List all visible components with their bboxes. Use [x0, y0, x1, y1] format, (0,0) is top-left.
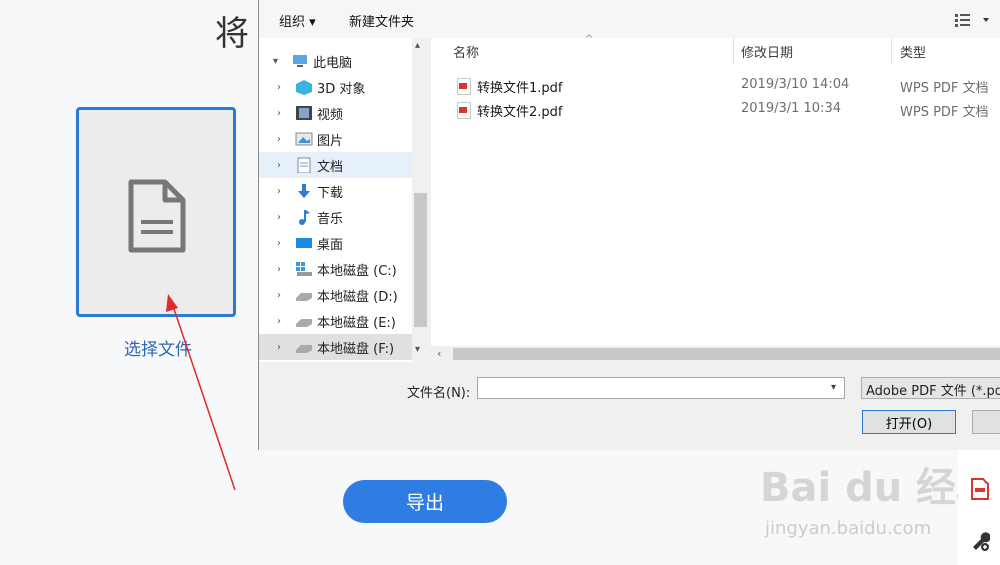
- file-list-pane[interactable]: ^ 名称 修改日期 类型 转换文件1.pdf 2019/3/10 14:04 W…: [431, 34, 1000, 362]
- expand-icon[interactable]: ›: [277, 290, 291, 301]
- scroll-down-icon[interactable]: ▾: [415, 344, 420, 355]
- nav-label: 音乐: [317, 211, 344, 227]
- filename-label: 文件名(N):: [407, 386, 471, 401]
- nav-drive-e[interactable]: › 本地磁盘 (E:): [259, 308, 412, 334]
- view-options-icon[interactable]: [955, 11, 995, 29]
- file-type: WPS PDF 文档: [900, 81, 989, 96]
- nav-pictures[interactable]: › 图片: [259, 126, 412, 152]
- expand-icon[interactable]: ›: [277, 134, 291, 145]
- nav-desktop[interactable]: › 桌面: [259, 230, 412, 256]
- column-divider[interactable]: [891, 38, 892, 64]
- organize-button[interactable]: 组织 ▾: [279, 11, 316, 30]
- expand-icon[interactable]: ›: [277, 264, 291, 275]
- expand-icon[interactable]: ›: [277, 212, 291, 223]
- computer-icon: [291, 53, 309, 69]
- expand-icon[interactable]: ›: [277, 160, 291, 171]
- nav-scroll-thumb[interactable]: [414, 193, 427, 327]
- scroll-left-icon[interactable]: ‹: [437, 347, 441, 360]
- column-modified[interactable]: 修改日期: [741, 38, 793, 64]
- video-icon: [295, 105, 313, 121]
- file-row[interactable]: 转换文件1.pdf 2019/3/10 14:04 WPS PDF 文档: [431, 74, 1000, 98]
- open-button[interactable]: 打开(O): [862, 410, 956, 434]
- drive-icon: [295, 287, 313, 303]
- nav-label: 桌面: [317, 237, 344, 253]
- nav-label: 图片: [317, 133, 344, 149]
- column-name[interactable]: 名称: [453, 38, 479, 64]
- hscroll-thumb[interactable]: [453, 348, 1000, 360]
- nav-label: 本地磁盘 (F:): [317, 341, 395, 357]
- chevron-down-icon[interactable]: ▾: [831, 382, 836, 393]
- sort-asc-icon: ^: [585, 34, 594, 45]
- nav-scrollbar[interactable]: ▴ ▾: [412, 38, 429, 362]
- new-folder-button[interactable]: 新建文件夹: [349, 11, 414, 30]
- pdf-file-icon: [457, 78, 471, 95]
- music-icon: [295, 209, 313, 225]
- open-file-dialog: 组织 ▾ 新建文件夹 ▾ 此电脑 › 3D 对象 › 视频 › 图片 › 文档 …: [258, 0, 1000, 450]
- nav-drive-f[interactable]: › 本地磁盘 (F:): [259, 334, 412, 360]
- expand-icon[interactable]: ›: [277, 316, 291, 327]
- nav-documents[interactable]: › 文档: [259, 152, 412, 178]
- expand-icon[interactable]: ›: [277, 82, 291, 93]
- nav-drive-d[interactable]: › 本地磁盘 (D:): [259, 282, 412, 308]
- nav-video[interactable]: › 视频: [259, 100, 412, 126]
- file-row[interactable]: 转换文件2.pdf 2019/3/1 10:34 WPS PDF 文档: [431, 98, 1000, 122]
- file-list-hscrollbar[interactable]: ‹: [431, 346, 1000, 362]
- nav-drive-c[interactable]: › 本地磁盘 (C:): [259, 256, 412, 282]
- expand-down-icon[interactable]: ▾: [273, 56, 287, 67]
- file-type: WPS PDF 文档: [900, 105, 989, 120]
- expand-icon[interactable]: ›: [277, 108, 291, 119]
- dialog-footer: 文件名(N): ▾ Adobe PDF 文件 (*.pd 打开(O): [259, 362, 1000, 450]
- desktop-icon: [295, 235, 313, 251]
- nav-label: 下载: [317, 185, 344, 201]
- expand-icon[interactable]: ›: [277, 238, 291, 249]
- file-modified: 2019/3/1 10:34: [741, 101, 841, 116]
- file-type-select[interactable]: Adobe PDF 文件 (*.pd: [861, 377, 1000, 399]
- download-icon: [295, 183, 313, 199]
- nav-label: 此电脑: [313, 55, 353, 71]
- nav-this-pc[interactable]: ▾ 此电脑: [259, 48, 412, 74]
- column-type[interactable]: 类型: [900, 38, 926, 64]
- expand-icon[interactable]: ›: [277, 186, 291, 197]
- file-modified: 2019/3/10 14:04: [741, 77, 850, 92]
- expand-icon[interactable]: ›: [277, 342, 291, 353]
- scroll-up-icon[interactable]: ▴: [415, 40, 420, 51]
- drive-icon: [295, 313, 313, 329]
- filename-input[interactable]: [477, 377, 845, 399]
- pdf-file-icon: [457, 102, 471, 119]
- dialog-toolbar: 组织 ▾ 新建文件夹: [259, 0, 1000, 39]
- nav-label: 文档: [317, 159, 344, 175]
- nav-3d-objects[interactable]: › 3D 对象: [259, 74, 412, 100]
- documents-icon: [295, 157, 313, 174]
- drive-icon: [295, 339, 313, 355]
- column-divider[interactable]: [733, 38, 734, 64]
- 3d-objects-icon: [295, 79, 313, 95]
- cancel-button[interactable]: [972, 410, 1000, 434]
- nav-label: 本地磁盘 (C:): [317, 263, 397, 279]
- pictures-icon: [295, 131, 313, 147]
- nav-downloads[interactable]: › 下载: [259, 178, 412, 204]
- nav-label: 视频: [317, 107, 344, 123]
- navigation-pane[interactable]: ▾ 此电脑 › 3D 对象 › 视频 › 图片 › 文档 › 下载 › 音乐 ›…: [259, 38, 429, 362]
- nav-label: 本地磁盘 (D:): [317, 289, 398, 305]
- file-name: 转换文件2.pdf: [477, 105, 563, 120]
- nav-music[interactable]: › 音乐: [259, 204, 412, 230]
- drive-c-icon: [295, 261, 313, 277]
- nav-label: 3D 对象: [317, 81, 366, 97]
- file-name: 转换文件1.pdf: [477, 81, 563, 96]
- nav-label: 本地磁盘 (E:): [317, 315, 396, 331]
